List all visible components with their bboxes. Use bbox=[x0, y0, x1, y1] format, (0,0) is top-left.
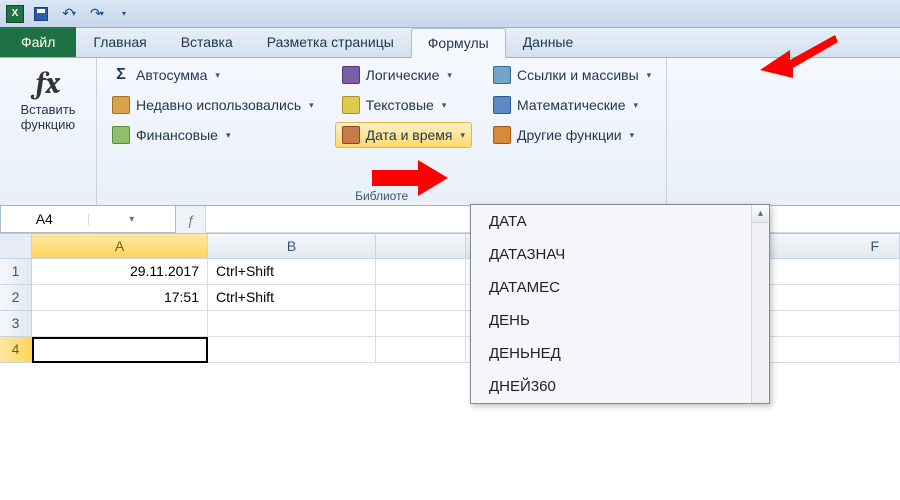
select-all-corner[interactable] bbox=[0, 234, 32, 259]
tab-data[interactable]: Данные bbox=[506, 27, 591, 57]
tab-insert[interactable]: Вставка bbox=[164, 27, 250, 57]
chevron-down-icon: ▾ bbox=[226, 130, 231, 141]
fx-icon: fx bbox=[36, 66, 60, 101]
annotation-arrow bbox=[370, 158, 450, 198]
more-icon bbox=[493, 126, 511, 144]
dropdown-item[interactable]: ДЕНЬ bbox=[471, 304, 769, 337]
row-header-1[interactable]: 1 bbox=[0, 259, 32, 285]
chevron-down-icon: ▾ bbox=[72, 9, 76, 18]
save-icon bbox=[34, 7, 48, 21]
chevron-down-icon[interactable]: ▾ bbox=[88, 214, 176, 225]
annotation-arrow bbox=[760, 30, 840, 80]
col-header-blank[interactable] bbox=[376, 234, 466, 259]
math-icon bbox=[493, 96, 511, 114]
cell-A1[interactable]: 29.11.2017 bbox=[32, 259, 208, 285]
date-time-dropdown: ДАТА ДАТАЗНАЧ ДАТАМЕС ДЕНЬ ДЕНЬНЕД ДНЕЙ3… bbox=[470, 204, 770, 404]
qat-undo-button[interactable]: ↶▾ bbox=[58, 3, 80, 25]
tab-page-layout[interactable]: Разметка страницы bbox=[250, 27, 411, 57]
cell-C1[interactable] bbox=[376, 259, 466, 285]
tab-home[interactable]: Главная bbox=[76, 27, 163, 57]
dropdown-item[interactable]: ДЕНЬНЕД bbox=[471, 337, 769, 370]
chevron-down-icon: ▾ bbox=[461, 130, 466, 141]
sigma-icon: Σ bbox=[112, 66, 130, 84]
insert-function-label-2: функцию bbox=[21, 117, 75, 132]
cell-A4[interactable] bbox=[32, 337, 208, 363]
cell-B1[interactable]: Ctrl+Shift bbox=[208, 259, 376, 285]
qat-customize-button[interactable]: ▾ bbox=[114, 3, 136, 25]
row-header-4[interactable]: 4 bbox=[0, 337, 32, 363]
cell-C2[interactable] bbox=[376, 285, 466, 311]
tab-formulas[interactable]: Формулы bbox=[411, 28, 506, 58]
name-box[interactable]: A4 ▾ bbox=[0, 206, 176, 233]
excel-app-icon: X bbox=[6, 5, 24, 23]
scroll-up-icon[interactable]: ▴ bbox=[752, 205, 769, 223]
financial-icon bbox=[112, 126, 130, 144]
ribbon: fx Вставитьфункцию ΣАвтосумма▾ Недавно и… bbox=[0, 58, 900, 206]
chevron-down-icon: ▾ bbox=[634, 100, 639, 111]
col-header-B[interactable]: B bbox=[208, 234, 376, 259]
group-insert-function: fx Вставитьфункцию bbox=[0, 58, 97, 205]
clock-icon bbox=[342, 126, 360, 144]
chevron-down-icon: ▾ bbox=[442, 100, 447, 111]
chevron-down-icon: ▾ bbox=[447, 70, 452, 81]
dropdown-item[interactable]: ДАТАЗНАЧ bbox=[471, 238, 769, 271]
name-box-value: A4 bbox=[1, 211, 88, 227]
cell-B4[interactable] bbox=[208, 337, 376, 363]
logical-button[interactable]: Логические▾ bbox=[335, 62, 472, 88]
cell-A3[interactable] bbox=[32, 311, 208, 337]
fx-button[interactable]: ƒ bbox=[176, 206, 206, 233]
book-icon bbox=[112, 96, 130, 114]
row-header-3[interactable]: 3 bbox=[0, 311, 32, 337]
cell-C4[interactable] bbox=[376, 337, 466, 363]
library-col-3: Ссылки и массивы▾ Математические▾ Другие… bbox=[486, 62, 658, 203]
cell-B2[interactable]: Ctrl+Shift bbox=[208, 285, 376, 311]
cell-C3[interactable] bbox=[376, 311, 466, 337]
title-bar: X ↶▾ ↷▾ ▾ bbox=[0, 0, 900, 28]
insert-function-button[interactable]: fx Вставитьфункцию bbox=[8, 62, 88, 137]
chevron-down-icon: ▾ bbox=[309, 100, 314, 111]
date-time-button[interactable]: Дата и время▾ bbox=[335, 122, 472, 148]
financial-button[interactable]: Финансовые▾ bbox=[105, 122, 321, 148]
chevron-down-icon: ▾ bbox=[100, 9, 104, 18]
library-col-1: ΣАвтосумма▾ Недавно использовались▾ Фина… bbox=[105, 62, 321, 203]
tab-file[interactable]: Файл bbox=[0, 27, 76, 57]
chevron-down-icon: ▾ bbox=[630, 130, 635, 141]
cell-B3[interactable] bbox=[208, 311, 376, 337]
more-functions-button[interactable]: Другие функции▾ bbox=[486, 122, 658, 148]
math-button[interactable]: Математические▾ bbox=[486, 92, 658, 118]
dropdown-scrollbar[interactable]: ▴ bbox=[751, 205, 769, 403]
row-header-2[interactable]: 2 bbox=[0, 285, 32, 311]
cell-A2[interactable]: 17:51 bbox=[32, 285, 208, 311]
qat-redo-button[interactable]: ↷▾ bbox=[86, 3, 108, 25]
logical-icon bbox=[342, 66, 360, 84]
text-button[interactable]: Текстовые▾ bbox=[335, 92, 472, 118]
col-header-A[interactable]: A bbox=[32, 234, 208, 259]
dropdown-item[interactable]: ДАТА bbox=[471, 205, 769, 238]
dropdown-item[interactable]: ДАТАМЕС bbox=[471, 271, 769, 304]
chevron-down-icon: ▾ bbox=[647, 70, 652, 81]
qat-save-button[interactable] bbox=[30, 3, 52, 25]
chevron-down-icon: ▾ bbox=[122, 9, 126, 18]
recently-used-button[interactable]: Недавно использовались▾ bbox=[105, 92, 321, 118]
text-icon bbox=[342, 96, 360, 114]
autosum-button[interactable]: ΣАвтосумма▾ bbox=[105, 62, 321, 88]
lookup-icon bbox=[493, 66, 511, 84]
lookup-button[interactable]: Ссылки и массивы▾ bbox=[486, 62, 658, 88]
insert-function-label-1: Вставить bbox=[20, 102, 75, 117]
dropdown-item[interactable]: ДНЕЙ360 bbox=[471, 370, 769, 403]
chevron-down-icon: ▾ bbox=[215, 70, 220, 81]
